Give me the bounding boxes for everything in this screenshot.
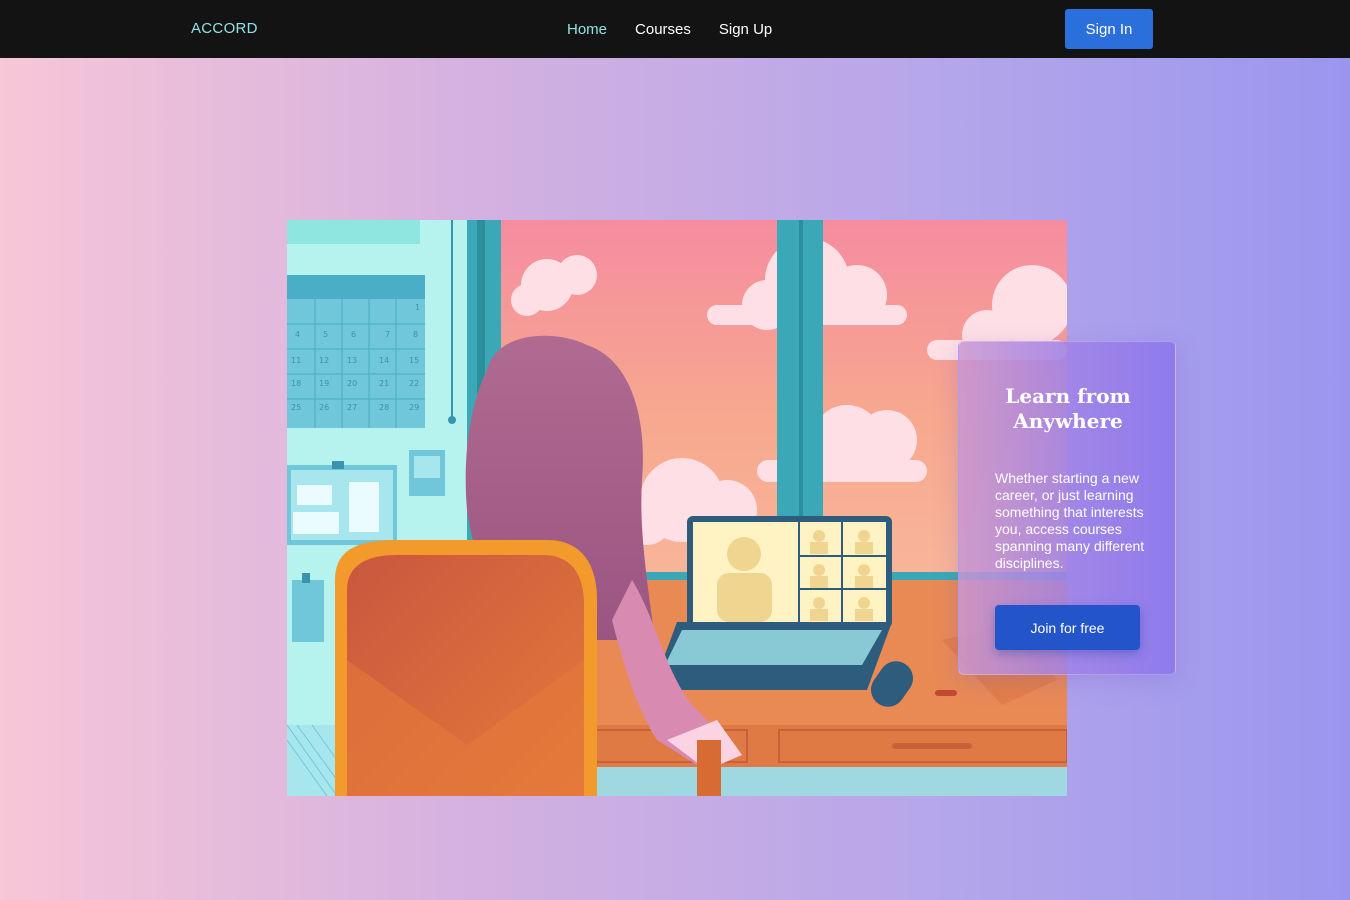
corkboard-icon xyxy=(287,461,397,545)
svg-text:22: 22 xyxy=(409,379,419,388)
hero-title: Learn from Anywhere xyxy=(1005,384,1131,433)
hero-description: Whether starting a new career, or just l… xyxy=(995,470,1145,571)
svg-text:14: 14 xyxy=(379,356,389,365)
laptop-icon xyxy=(652,516,892,690)
svg-text:5: 5 xyxy=(323,330,328,339)
svg-text:18: 18 xyxy=(291,379,301,388)
brand-logo[interactable]: ACCORD xyxy=(191,20,258,37)
svg-text:20: 20 xyxy=(347,379,357,388)
hero-illustration: 1 4 5 6 7 8 11 12 13 14 15 18 19 20 21 2… xyxy=(287,220,1067,796)
hero-card: Learn from Anywhere Whether starting a n… xyxy=(958,341,1176,675)
nav-home[interactable]: Home xyxy=(567,21,607,38)
nav-courses[interactable]: Courses xyxy=(635,21,691,38)
svg-text:4: 4 xyxy=(295,330,300,339)
svg-text:21: 21 xyxy=(379,379,389,388)
svg-text:7: 7 xyxy=(385,330,390,339)
svg-text:12: 12 xyxy=(319,356,329,365)
sign-in-button[interactable]: Sign In xyxy=(1065,9,1153,49)
nav-links: Home Courses Sign Up xyxy=(567,21,772,38)
svg-text:26: 26 xyxy=(319,403,329,412)
nav-sign-up[interactable]: Sign Up xyxy=(719,21,772,38)
svg-text:19: 19 xyxy=(319,379,329,388)
remote-learning-illustration: 1 4 5 6 7 8 11 12 13 14 15 18 19 20 21 2… xyxy=(287,220,1067,796)
svg-text:1: 1 xyxy=(415,303,420,312)
svg-text:15: 15 xyxy=(409,356,419,365)
top-navbar: ACCORD Home Courses Sign Up Sign In xyxy=(0,0,1350,58)
join-for-free-button[interactable]: Join for free xyxy=(995,605,1140,650)
svg-text:6: 6 xyxy=(351,330,356,339)
wall-calendar-icon: 1 4 5 6 7 8 11 12 13 14 15 18 19 20 21 2… xyxy=(287,275,425,428)
svg-text:11: 11 xyxy=(291,356,301,365)
svg-text:25: 25 xyxy=(291,403,301,412)
svg-text:8: 8 xyxy=(413,330,418,339)
svg-text:29: 29 xyxy=(409,403,419,412)
svg-text:27: 27 xyxy=(347,403,357,412)
svg-text:13: 13 xyxy=(347,356,357,365)
svg-text:28: 28 xyxy=(379,403,389,412)
